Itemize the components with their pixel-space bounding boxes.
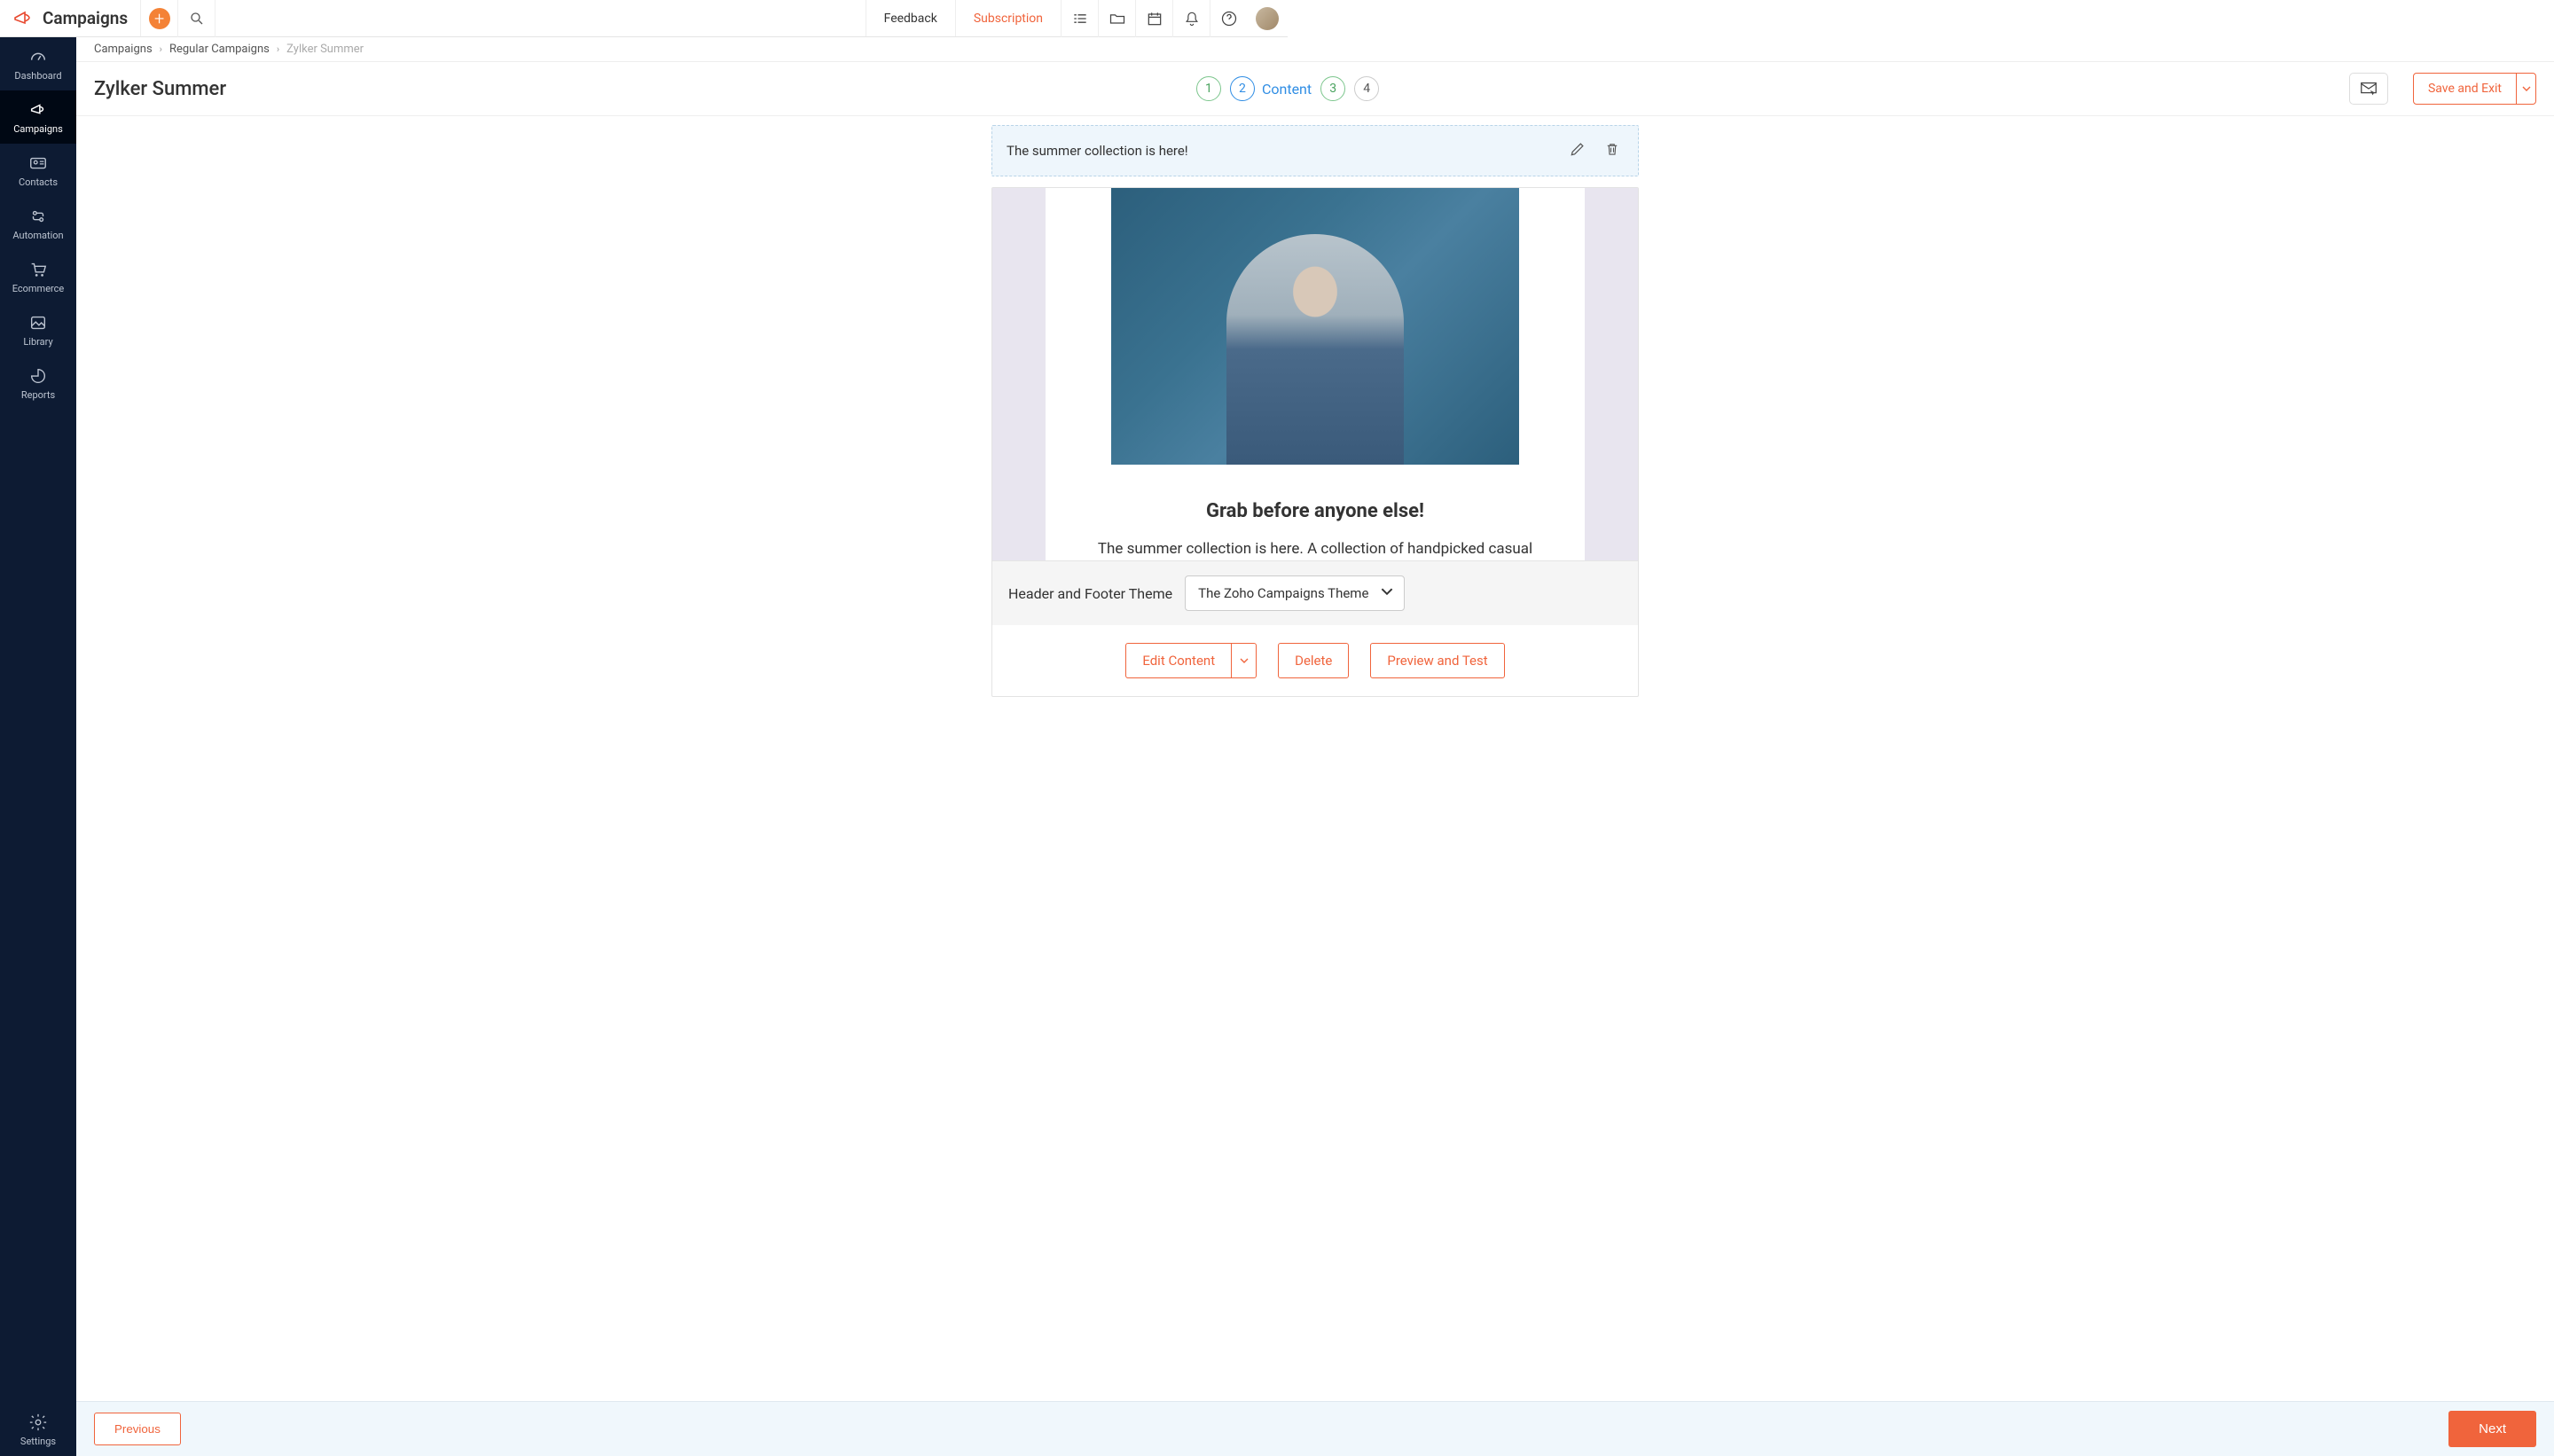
sidebar-item-label: Library (23, 336, 52, 348)
bell-icon (1183, 10, 1201, 27)
cart-icon (28, 260, 48, 279)
megaphone-icon (12, 8, 34, 29)
sidebar-item-label: Automation (12, 230, 63, 241)
breadcrumb-root[interactable]: Campaigns (94, 43, 153, 56)
pencil-icon (1569, 140, 1586, 158)
theme-row: Header and Footer Theme The Zoho Campaig… (992, 560, 1638, 625)
caret-down-icon (1240, 656, 1249, 665)
step-label: Content (1262, 81, 1312, 98)
calendar-icon (1146, 10, 1163, 27)
automation-icon (28, 207, 48, 226)
save-and-exit-split: Save and Exit (2413, 73, 2536, 105)
sidebar: Dashboard Campaigns Contacts Automation … (0, 37, 76, 1456)
subject-row: The summer collection is here! (991, 125, 1639, 176)
envelope-cursor-icon (2359, 79, 2378, 98)
main: Campaigns › Regular Campaigns › Zylker S… (76, 37, 2554, 1456)
add-button[interactable]: + (141, 0, 178, 37)
sidebar-item-label: Dashboard (14, 70, 61, 82)
step-4[interactable]: 4 (1354, 76, 1379, 101)
list-icon-button[interactable] (1061, 0, 1098, 37)
gear-icon (28, 1413, 48, 1432)
app-name: Campaigns (43, 8, 128, 28)
sidebar-item-label: Campaigns (13, 123, 63, 135)
top-header: Campaigns + Feedback Subscription (0, 0, 1288, 37)
right-gutter (1585, 188, 1638, 560)
content-area: The summer collection is here! Grab befo… (76, 116, 2554, 1401)
avatar[interactable] (1256, 7, 1279, 30)
sidebar-item-automation[interactable]: Automation (0, 197, 76, 250)
plus-icon: + (149, 8, 170, 29)
help-icon-button[interactable] (1210, 0, 1247, 37)
sidebar-item-library[interactable]: Library (0, 303, 76, 356)
megaphone-icon (28, 100, 48, 120)
delete-subject-button[interactable] (1601, 137, 1624, 165)
search-button[interactable] (178, 0, 215, 37)
save-dropdown-toggle[interactable] (2517, 73, 2536, 105)
sidebar-item-ecommerce[interactable]: Ecommerce (0, 250, 76, 303)
trash-icon (1604, 140, 1620, 158)
chevron-down-icon (1381, 585, 1393, 601)
bell-icon-button[interactable] (1172, 0, 1210, 37)
chevron-right-icon: › (160, 43, 162, 55)
delete-button[interactable]: Delete (1278, 643, 1349, 678)
folder-icon-button[interactable] (1098, 0, 1135, 37)
id-card-icon (28, 153, 48, 173)
list-icon (1071, 10, 1089, 27)
sidebar-item-label: Ecommerce (12, 283, 65, 294)
caret-down-icon (2522, 84, 2531, 93)
theme-label: Header and Footer Theme (1008, 585, 1172, 602)
save-and-exit-button[interactable]: Save and Exit (2413, 73, 2517, 105)
title-row: Zylker Summer 1 2Content 3 4 Save and Ex… (76, 62, 2554, 116)
sidebar-item-campaigns[interactable]: Campaigns (0, 90, 76, 144)
edit-content-dropdown[interactable] (1232, 643, 1257, 678)
step-2[interactable]: 2Content (1230, 76, 1312, 101)
logo[interactable]: Campaigns (0, 0, 141, 36)
subject-text: The summer collection is here! (1007, 143, 1555, 159)
breadcrumb-mid[interactable]: Regular Campaigns (169, 43, 270, 56)
email-subtext: The summer collection is here. A collect… (1046, 540, 1585, 558)
next-button[interactable]: Next (2448, 1411, 2536, 1447)
breadcrumb: Campaigns › Regular Campaigns › Zylker S… (76, 37, 2554, 62)
step-indicator: 1 2Content 3 4 (1196, 76, 1379, 101)
sidebar-item-label: Reports (21, 389, 55, 401)
email-preview-frame: Grab before anyone else! The summer coll… (991, 187, 1639, 697)
search-icon (189, 11, 205, 27)
feedback-link[interactable]: Feedback (866, 0, 955, 36)
left-gutter (992, 188, 1046, 560)
edit-content-button[interactable]: Edit Content (1125, 643, 1232, 678)
email-headline: Grab before anyone else! (1046, 500, 1585, 522)
step-1[interactable]: 1 (1196, 76, 1221, 101)
gauge-icon (28, 47, 48, 67)
theme-select[interactable]: The Zoho Campaigns Theme (1185, 575, 1405, 611)
previous-button[interactable]: Previous (94, 1413, 181, 1445)
sidebar-item-dashboard[interactable]: Dashboard (0, 37, 76, 90)
email-content: Grab before anyone else! The summer coll… (1046, 188, 1585, 560)
sidebar-item-label: Settings (20, 1436, 56, 1447)
sidebar-item-settings[interactable]: Settings (0, 1403, 76, 1456)
breadcrumb-current: Zylker Summer (286, 43, 364, 56)
email-preview-button[interactable] (2349, 73, 2388, 105)
subscription-link[interactable]: Subscription (955, 0, 1061, 36)
help-icon (1220, 10, 1238, 27)
pie-icon (28, 366, 48, 386)
hero-image (1111, 188, 1519, 465)
edit-subject-button[interactable] (1565, 137, 1590, 165)
step-3[interactable]: 3 (1320, 76, 1345, 101)
footer-bar: Previous Next (76, 1401, 2554, 1456)
edit-content-split: Edit Content (1125, 643, 1257, 678)
content-action-row: Edit Content Delete Preview and Test (992, 625, 1638, 696)
preview-and-test-button[interactable]: Preview and Test (1370, 643, 1504, 678)
page-title: Zylker Summer (94, 78, 226, 100)
email-preview-body: Grab before anyone else! The summer coll… (992, 188, 1638, 560)
calendar-icon-button[interactable] (1135, 0, 1172, 37)
sidebar-item-reports[interactable]: Reports (0, 356, 76, 410)
theme-selected-value: The Zoho Campaigns Theme (1198, 585, 1368, 601)
sidebar-item-contacts[interactable]: Contacts (0, 144, 76, 197)
folder-icon (1109, 10, 1126, 27)
sidebar-item-label: Contacts (19, 176, 58, 188)
editor-column: The summer collection is here! Grab befo… (991, 125, 1639, 697)
chevron-right-icon: › (277, 43, 279, 55)
image-icon (28, 313, 48, 333)
